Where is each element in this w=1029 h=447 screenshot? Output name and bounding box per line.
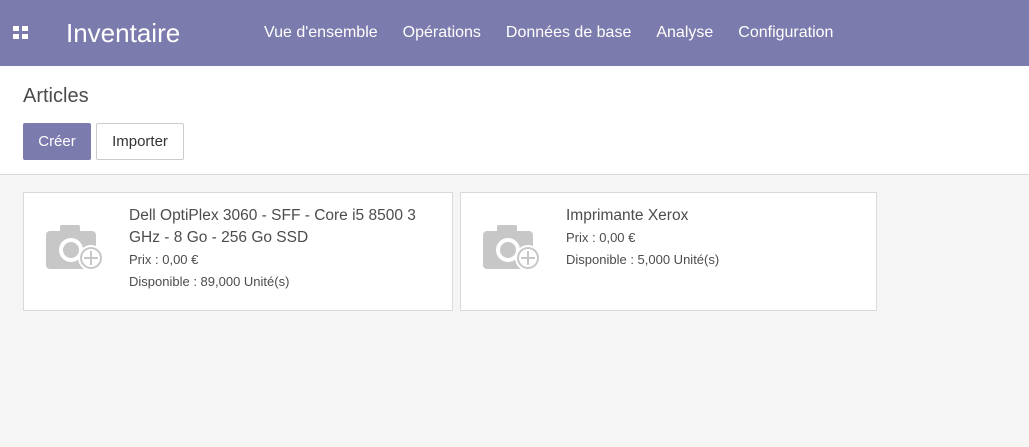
import-button[interactable]: Importer [96, 123, 184, 160]
product-price: Prix : 0,00 € [129, 252, 199, 267]
camera-plus-icon [46, 225, 104, 271]
product-card[interactable]: Dell OptiPlex 3060 - SFF - Core i5 8500 … [23, 192, 453, 311]
camera-plus-icon [483, 225, 541, 271]
app-title[interactable]: Inventaire [66, 16, 180, 50]
product-card-body: Dell OptiPlex 3060 - SFF - Core i5 8500 … [129, 205, 442, 293]
product-name: Imprimante Xerox [566, 207, 689, 224]
product-price: Prix : 0,00 € [566, 230, 636, 245]
product-card-body: Imprimante Xerox Prix : 0,00 € Disponibl… [566, 205, 866, 271]
menu-item-configuration[interactable]: Configuration [738, 23, 833, 43]
product-name: Dell OptiPlex 3060 - SFF - Core i5 8500 … [129, 207, 416, 246]
main-menu: Vue d'ensemble Opérations Données de bas… [264, 23, 858, 43]
control-panel: Articles Créer Importer [0, 66, 1029, 175]
create-button[interactable]: Créer [23, 123, 91, 160]
kanban-view: Dell OptiPlex 3060 - SFF - Core i5 8500 … [0, 175, 1029, 447]
menu-item-reporting[interactable]: Analyse [656, 23, 713, 43]
breadcrumb: Articles [23, 85, 89, 107]
menu-item-overview[interactable]: Vue d'ensemble [264, 23, 378, 43]
menu-item-operations[interactable]: Opérations [403, 23, 481, 43]
product-card[interactable]: Imprimante Xerox Prix : 0,00 € Disponibl… [460, 192, 877, 311]
product-stock: Disponible : 89,000 Unité(s) [129, 274, 290, 289]
grid-icon[interactable] [13, 26, 28, 39]
page: Inventaire Vue d'ensemble Opérations Don… [0, 0, 1029, 447]
product-stock: Disponible : 5,000 Unité(s) [566, 252, 720, 267]
top-navbar: Inventaire Vue d'ensemble Opérations Don… [0, 0, 1029, 66]
menu-item-master-data[interactable]: Données de base [506, 23, 631, 43]
